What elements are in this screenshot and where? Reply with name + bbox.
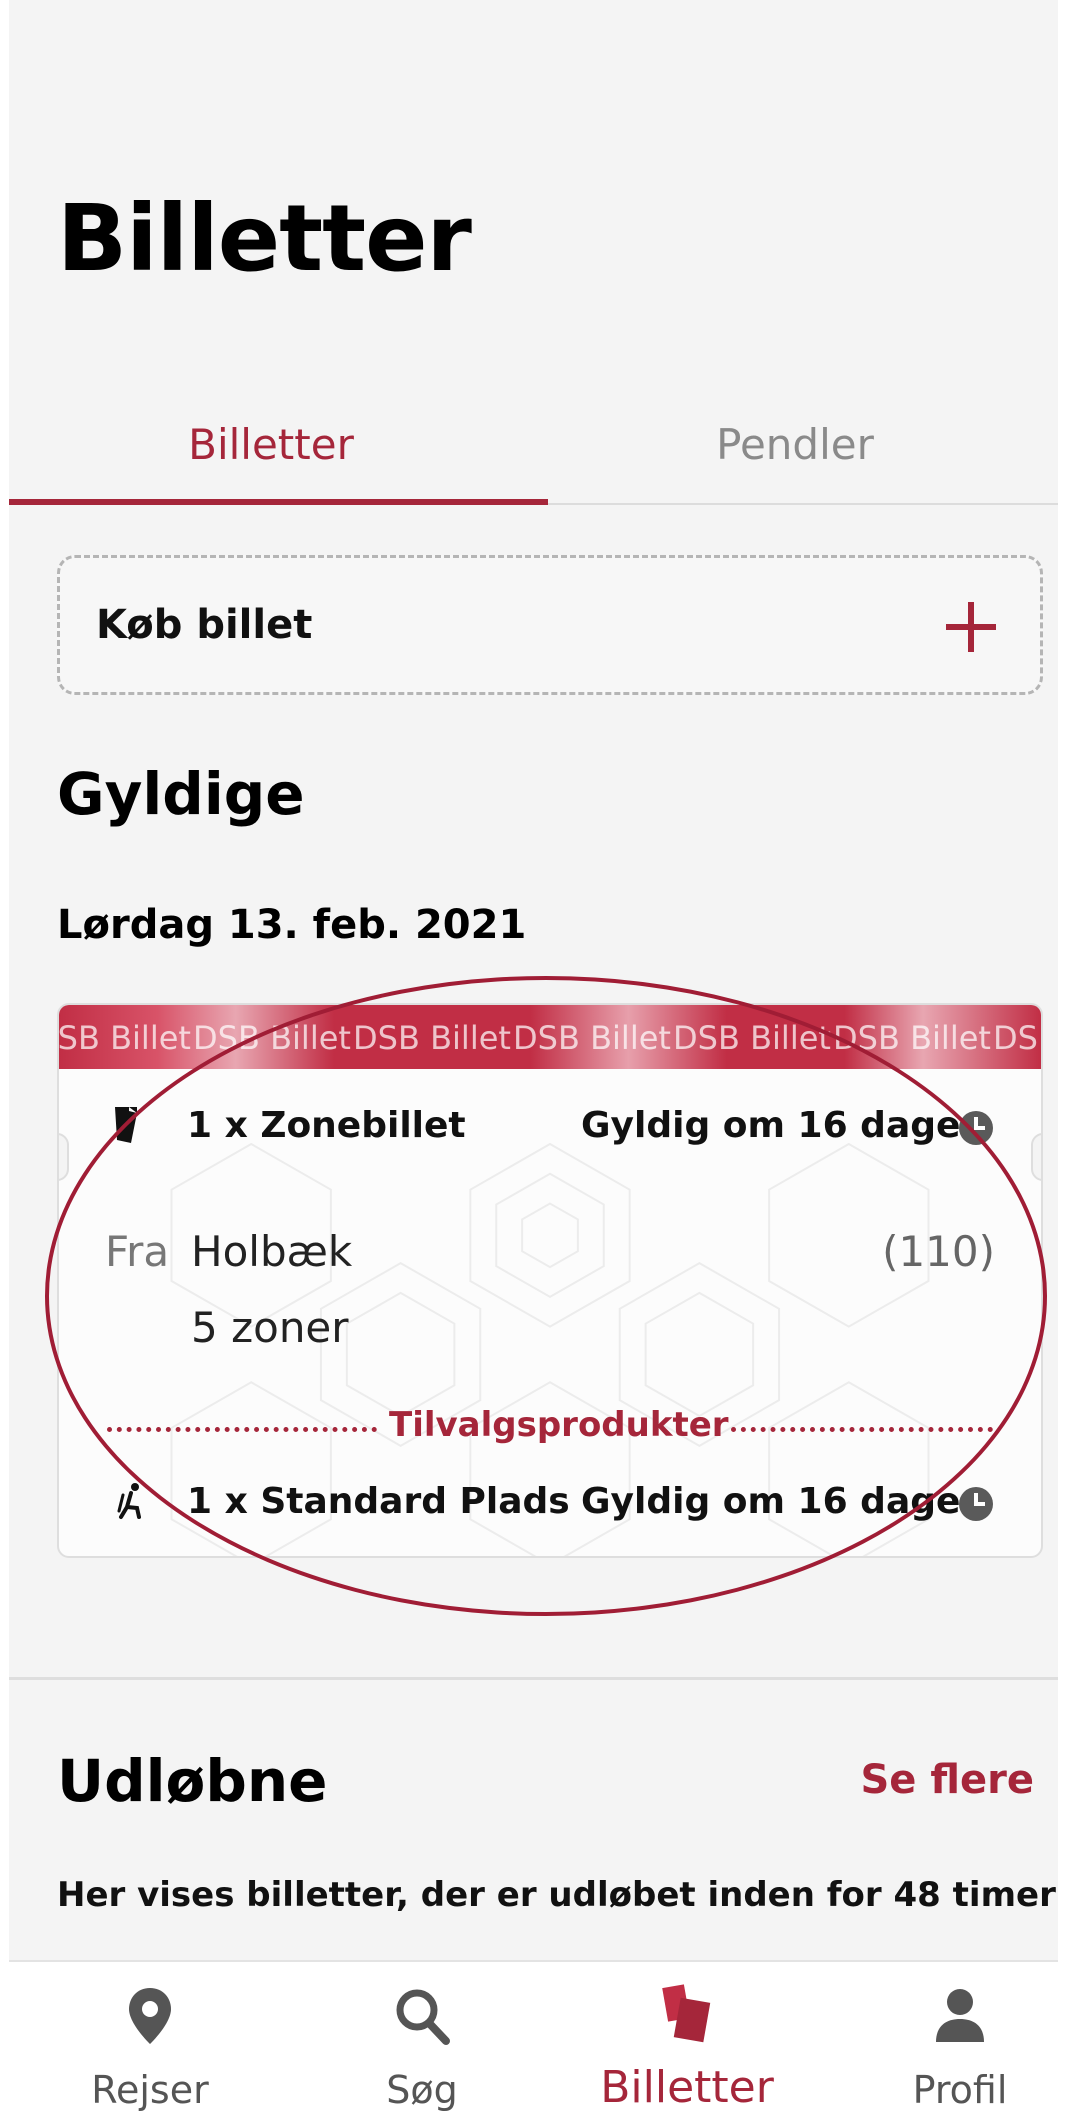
valid-section-title: Gyldige — [57, 760, 305, 828]
banner-text: DSB Billet — [193, 1019, 351, 1057]
ticket-main-validity: Gyldig om 16 dage — [581, 1105, 961, 1146]
ticket-main-title: 1 x Zonebillet — [187, 1105, 466, 1146]
nav-item-soeg[interactable]: Søg — [291, 1962, 553, 2120]
addon-title: 1 x Standard Plads — [187, 1481, 570, 1522]
banner-text: DSB Billet — [513, 1019, 671, 1057]
nav-label-profil: Profil — [912, 2068, 1008, 2112]
profile-icon — [936, 1989, 984, 2042]
plus-icon — [946, 602, 996, 652]
banner-text: DSB Billet — [59, 1019, 191, 1057]
banner-text: DSB Billet — [353, 1019, 511, 1057]
billetter-screen: Billetter Billetter Pendler Køb billet G… — [9, 0, 1058, 2120]
tab-pendler[interactable]: Pendler — [533, 385, 1057, 503]
addon-divider-right — [731, 1427, 993, 1432]
page-title: Billetter — [57, 185, 472, 292]
section-divider — [9, 1677, 1058, 1680]
buy-ticket-label: Køb billet — [96, 602, 313, 648]
ticket-addon-row: 1 x Standard Plads Gyldig om 16 dage — [59, 1471, 1041, 1531]
expired-section-title: Udløbne — [57, 1747, 328, 1815]
nav-item-billetter[interactable]: Billetter — [556, 1962, 818, 2120]
ticket-date: Lørdag 13. feb. 2021 — [57, 902, 527, 948]
banner-text: DSB Billet — [833, 1019, 991, 1057]
ticket-icon — [115, 1107, 137, 1143]
seat-icon — [117, 1483, 141, 1519]
nav-label-soeg: Søg — [386, 2068, 458, 2112]
from-station: Holbæk — [191, 1227, 353, 1276]
bottom-navigation: Rejser Søg Billetter Profil — [9, 1960, 1058, 2120]
ticket-card[interactable]: DSB Billet DSB Billet DSB Billet DSB Bil… — [57, 1003, 1043, 1558]
nav-label-rejser: Rejser — [91, 2068, 209, 2112]
banner-text: DSB Billet — [673, 1019, 831, 1057]
search-icon — [396, 1989, 450, 2045]
addons-label: Tilvalgsprodukter — [389, 1405, 729, 1445]
from-label: Fra — [105, 1227, 170, 1276]
clock-icon — [959, 1111, 993, 1145]
clock-icon — [959, 1487, 993, 1521]
banner-text: DSB Billet — [993, 1019, 1041, 1057]
nav-item-rejser[interactable]: Rejser — [19, 1962, 281, 2120]
tab-billetter[interactable]: Billetter — [9, 385, 533, 503]
nav-item-profil[interactable]: Profil — [829, 1962, 1058, 2120]
expired-description: Her vises billetter, der er udløbet inde… — [57, 1875, 1056, 1915]
addon-divider-left — [107, 1427, 377, 1432]
location-pin-icon — [129, 1988, 171, 2044]
station-code: (110) — [882, 1227, 995, 1276]
see-more-link[interactable]: Se flere — [861, 1757, 1035, 1803]
ticket-main-row: 1 x Zonebillet Gyldig om 16 dage — [59, 1095, 1041, 1155]
buy-ticket-button[interactable]: Køb billet — [57, 555, 1043, 695]
ticket-banner: DSB Billet DSB Billet DSB Billet DSB Bil… — [59, 1005, 1041, 1069]
tab-bar: Billetter Pendler — [9, 385, 1058, 505]
addon-validity: Gyldig om 16 dage — [581, 1481, 961, 1522]
tab-active-indicator — [9, 499, 548, 505]
nav-label-billetter: Billetter — [600, 2062, 774, 2113]
tickets-icon — [662, 1984, 711, 2043]
zone-count: 5 zoner — [191, 1303, 349, 1352]
